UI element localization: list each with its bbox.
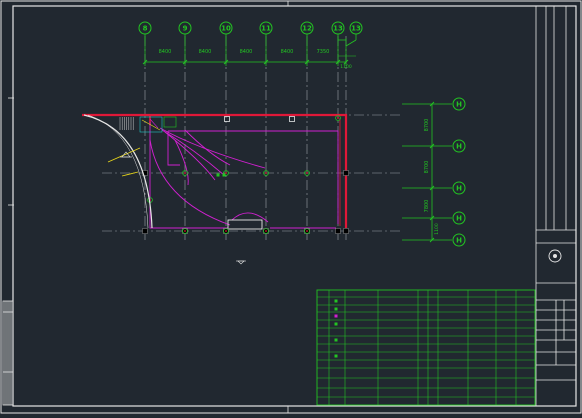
fixture-dot <box>225 230 227 232</box>
fixture-dot <box>306 230 308 232</box>
fixture-dot <box>184 230 186 232</box>
dimension-label: 1100 <box>434 223 440 235</box>
legend-symbol <box>334 354 338 358</box>
legend-symbol <box>334 322 338 326</box>
binding-strip <box>2 300 14 406</box>
equipment-outline <box>139 116 163 133</box>
right-dimension-chain: 8700 8700 7800 1100 <box>402 101 452 243</box>
fixture-dot <box>306 172 308 174</box>
legend-symbol <box>334 307 338 311</box>
north-arrow-icon <box>548 249 562 263</box>
edge-ticks <box>8 1 289 413</box>
axis-bubble-label: H <box>456 215 462 223</box>
dimension-label: 1100 <box>340 64 352 70</box>
axis-lines <box>102 36 402 240</box>
axis-bubble-label: 13 <box>333 25 343 33</box>
fixture-dot <box>184 172 186 174</box>
dimension-label: 8700 <box>424 161 430 174</box>
axis-leader <box>345 39 357 47</box>
outlet-box <box>289 116 295 122</box>
outlet-box <box>224 116 230 122</box>
fixtures <box>147 115 341 234</box>
axis-bubble-label: 13 <box>351 25 361 33</box>
device-square <box>216 173 220 177</box>
legend-symbol <box>334 338 338 342</box>
axis-bubble-label: H <box>456 237 462 245</box>
legend-table <box>316 289 536 406</box>
cad-drawing-sheet: 8400 8400 8400 8400 7350 1100 8 9 10 11 12 13 13 8700… <box>0 0 582 414</box>
title-block <box>535 6 576 406</box>
axis-bubble-label: 8 <box>143 25 148 33</box>
axis-bubble-label: 10 <box>221 25 231 33</box>
dimension-label: 7800 <box>424 200 430 213</box>
legend-symbol <box>334 299 338 303</box>
pipe-run <box>149 122 228 229</box>
legend-symbol <box>334 314 338 318</box>
axis-bubble-label: 9 <box>183 25 188 33</box>
axis-bubble-label: H <box>456 143 462 151</box>
device-square <box>222 173 226 177</box>
pipe-routing <box>149 122 339 230</box>
dimension-label: 8400 <box>281 49 294 55</box>
equipment-outline <box>163 116 177 128</box>
section-marker-icon <box>237 260 245 265</box>
stair-cluster <box>119 116 177 133</box>
pipe-curve <box>164 131 216 181</box>
pipe-curve <box>159 127 266 169</box>
columns <box>142 170 349 234</box>
fixture-dot <box>265 230 267 232</box>
axis-bubble-label: H <box>456 185 462 193</box>
column <box>343 170 349 176</box>
leader-line <box>121 171 139 177</box>
dimension-label: 8400 <box>159 49 172 55</box>
drawing-border <box>12 5 577 407</box>
fixture-dot <box>265 172 267 174</box>
equipment-box <box>227 219 263 230</box>
floor-plan-drawing: 8400 8400 8400 8400 7350 1100 8 9 10 11 12 13 13 8700… <box>0 0 582 414</box>
pipe-curve <box>231 212 269 223</box>
exterior-wall <box>82 113 348 228</box>
axis-bubble-label: 12 <box>302 25 312 33</box>
building-walls <box>82 113 348 228</box>
axis-bubble-label: 11 <box>261 25 271 33</box>
dimension-label: 7350 <box>317 49 330 55</box>
top-dimension-chain: 8400 8400 8400 8400 7350 1100 <box>142 38 356 70</box>
column <box>335 228 341 234</box>
dimension-label: 8700 <box>424 119 430 132</box>
column <box>142 228 148 234</box>
dimension-label: 8400 <box>240 49 253 55</box>
pipe-curve <box>184 129 231 166</box>
axis-bubble-label: H <box>456 101 462 109</box>
fixture-dot <box>337 117 339 119</box>
column <box>343 228 349 234</box>
outer-border <box>0 0 582 414</box>
pipe-curve <box>174 139 189 186</box>
right-axis-bubbles: H H H H H <box>452 97 466 247</box>
top-axis-bubbles: 8 9 10 11 12 13 13 <box>138 21 363 47</box>
pipe-run <box>168 130 339 224</box>
dimension-label: 8400 <box>199 49 212 55</box>
